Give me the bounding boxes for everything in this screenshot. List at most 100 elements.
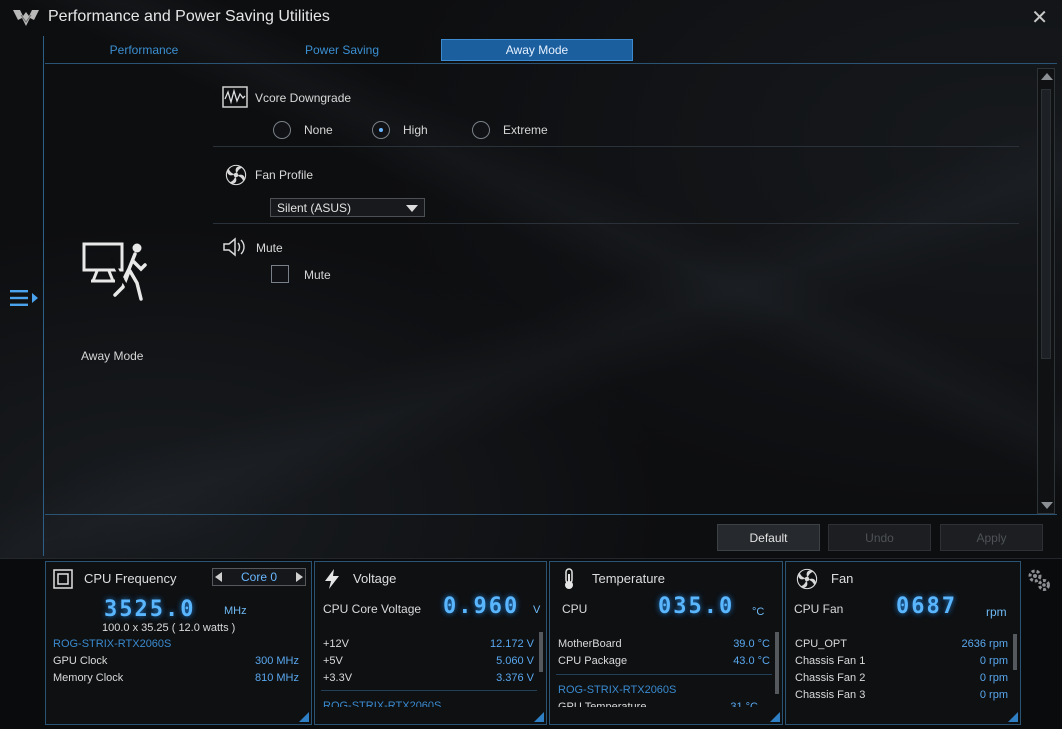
rail-12v-label: +12V	[323, 638, 349, 650]
gpu-clock-label: GPU Clock	[53, 655, 108, 667]
cpu-frequency-unit: MHz	[224, 605, 247, 617]
prev-arrow-icon[interactable]	[215, 572, 222, 582]
rail-3v3-label: +3.3V	[323, 672, 353, 684]
section-divider	[556, 674, 772, 675]
rail-5v-value: 5.060 V	[496, 655, 534, 667]
vcore-high-label: High	[403, 123, 428, 137]
scroll-down-icon[interactable]	[1041, 502, 1053, 509]
fan-panel: Fan CPU Fan 0687 rpm CPU_OPT 2636 rpm Ch…	[785, 561, 1021, 725]
panel-scrollbar[interactable]	[775, 632, 779, 694]
tab-bar: Performance Power Saving Away Mode	[45, 36, 1057, 64]
gpu-name: ROG-STRIX-RTX2060S	[558, 684, 677, 696]
memory-clock-label: Memory Clock	[53, 672, 124, 684]
mute-title: Mute	[256, 241, 283, 255]
motherboard-temp-value: 39.0 °C	[733, 638, 770, 650]
rail-12v-value: 12.172 V	[489, 638, 534, 650]
mute-checkbox-label: Mute	[304, 268, 331, 282]
cpu-core-voltage-label: CPU Core Voltage	[323, 602, 422, 616]
cpu-frequency-value: 3525.0	[104, 597, 196, 622]
chevron-down-icon	[406, 205, 418, 212]
scroll-up-icon[interactable]	[1041, 73, 1053, 80]
motherboard-temp-label: MotherBoard	[558, 638, 622, 650]
gpu-name: ROG-STRIX-RTX2060S	[323, 700, 442, 707]
vcore-title: Vcore Downgrade	[255, 91, 352, 105]
title-bar: Performance and Power Saving Utilities ✕	[0, 0, 1062, 36]
chassis-fan-1-value: 0 rpm	[979, 655, 1008, 667]
vcore-extreme-label: Extreme	[503, 123, 548, 137]
gpu-temp-value: 31 °C	[730, 701, 758, 707]
core-selector-value: Core 0	[240, 570, 278, 584]
cpu-fan-label: CPU Fan	[794, 602, 844, 616]
close-button[interactable]: ✕	[1031, 8, 1048, 28]
core-selector[interactable]: Core 0	[212, 568, 306, 586]
rail-5v-label: +5V	[323, 655, 343, 667]
apply-button[interactable]: Apply	[940, 524, 1043, 551]
cpu-core-voltage-unit: V	[533, 604, 541, 616]
section-divider	[213, 146, 1019, 147]
section-divider	[321, 690, 537, 691]
menu-expand-icon[interactable]	[10, 288, 40, 308]
vcore-none-label: None	[304, 123, 333, 137]
rail-3v3-value: 3.376 V	[496, 672, 534, 684]
cpu-temp-label: CPU	[562, 602, 588, 616]
cpu-temp-unit: °C	[752, 606, 765, 618]
cpu-chip-icon	[53, 569, 73, 589]
vcore-extreme-radio[interactable]	[472, 121, 490, 139]
chassis-fan-2-label: Chassis Fan 2	[795, 672, 866, 684]
window-title: Performance and Power Saving Utilities	[48, 8, 330, 25]
mute-checkbox[interactable]	[271, 265, 289, 283]
temperature-panel: Temperature CPU 035.0 °C MotherBoard 39.…	[549, 561, 783, 725]
tab-power-saving[interactable]: Power Saving	[243, 39, 441, 61]
sidebar	[0, 36, 44, 556]
vcore-waveform-icon	[222, 86, 248, 108]
panel-scrollbar[interactable]	[539, 632, 543, 672]
fan-profile-dropdown[interactable]: Silent (ASUS)	[270, 198, 425, 217]
expand-corner-icon[interactable]	[534, 712, 544, 722]
hardware-monitor: CPU Frequency Core 0 3525.0 MHz 100.0 x …	[0, 558, 1062, 729]
cpu-fan-unit: rpm	[986, 605, 1007, 619]
cpu-package-temp-label: CPU Package	[558, 655, 628, 667]
chassis-fan-1-label: Chassis Fan 1	[795, 655, 866, 667]
chassis-fan-3-label: Chassis Fan 3	[795, 689, 866, 701]
speaker-mute-icon	[223, 237, 245, 257]
chassis-fan-2-value: 0 rpm	[979, 672, 1008, 684]
chassis-fan-3-value: 0 rpm	[979, 689, 1008, 701]
cpu-frequency-detail: 100.0 x 35.25 ( 12.0 watts )	[102, 622, 236, 634]
expand-corner-icon[interactable]	[299, 712, 309, 722]
cpu-opt-label: CPU_OPT	[795, 638, 847, 650]
lightning-icon	[325, 569, 339, 589]
settings-gear-icon[interactable]	[1026, 567, 1052, 593]
fan-icon	[225, 164, 247, 186]
vcore-high-radio[interactable]	[372, 121, 390, 139]
next-arrow-icon[interactable]	[296, 572, 303, 582]
mode-summary: Away Mode	[45, 65, 213, 513]
scroll-thumb[interactable]	[1041, 89, 1051, 359]
default-button[interactable]: Default	[717, 524, 820, 551]
away-mode-icon	[82, 242, 147, 301]
tab-away-mode[interactable]: Away Mode	[441, 39, 633, 61]
action-bar: Default Undo Apply	[45, 514, 1057, 556]
cpu-frequency-panel: CPU Frequency Core 0 3525.0 MHz 100.0 x …	[45, 561, 312, 725]
undo-button[interactable]: Undo	[828, 524, 931, 551]
expand-corner-icon[interactable]	[770, 712, 780, 722]
cpu-temp-value: 035.0	[658, 594, 735, 619]
vcore-none-radio[interactable]	[273, 121, 291, 139]
fan-icon	[796, 568, 818, 590]
tuf-logo-icon	[13, 10, 39, 26]
voltage-title: Voltage	[353, 571, 397, 586]
expand-corner-icon[interactable]	[1008, 712, 1018, 722]
tab-performance[interactable]: Performance	[45, 39, 243, 61]
cpu-package-temp-value: 43.0 °C	[733, 655, 770, 667]
main-panel: Performance Power Saving Away Mode Away …	[45, 36, 1057, 556]
content-scrollbar[interactable]	[1037, 68, 1055, 514]
fan-profile-value: Silent (ASUS)	[277, 200, 352, 215]
panel-scrollbar[interactable]	[1013, 634, 1017, 670]
gpu-temp-label: GPU Temperature	[558, 701, 647, 707]
cpu-frequency-title: CPU Frequency	[84, 571, 177, 586]
fan-title: Fan	[831, 571, 854, 586]
cpu-core-voltage-value: 0.960	[443, 594, 520, 619]
cpu-fan-value: 0687	[896, 594, 957, 619]
temperature-title: Temperature	[592, 571, 665, 586]
gpu-name: ROG-STRIX-RTX2060S	[53, 638, 172, 650]
voltage-panel: Voltage CPU Core Voltage 0.960 V +12V 12…	[314, 561, 547, 725]
